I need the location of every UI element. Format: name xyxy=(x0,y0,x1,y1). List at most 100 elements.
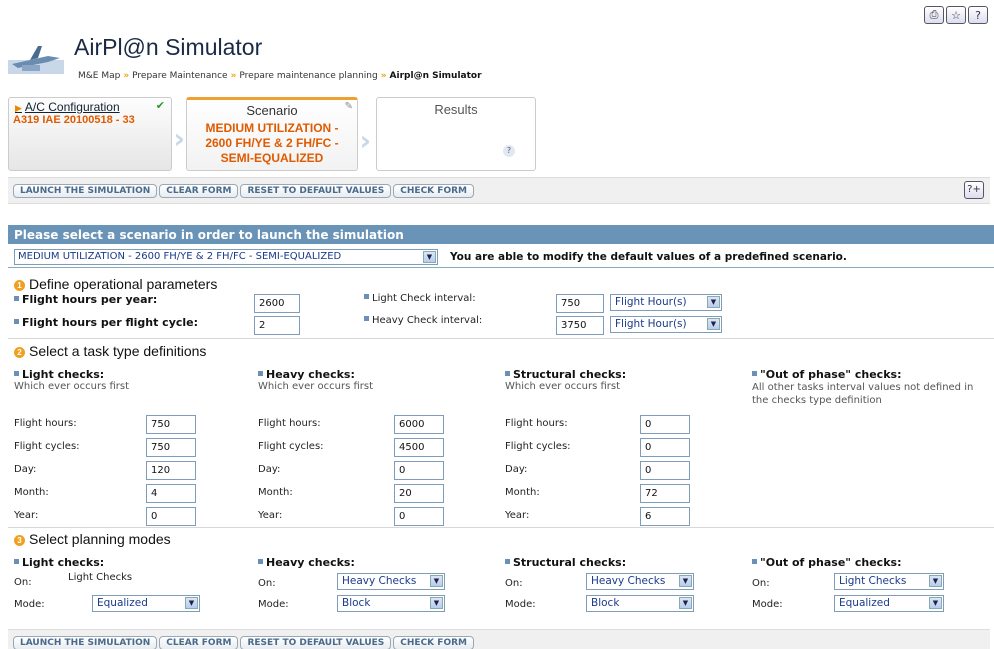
scenario-select[interactable]: MEDIUM UTILIZATION - 2600 FH/YE & 2 FH/F… xyxy=(14,249,438,265)
top-toolbar: ⎙ ☆ ? xyxy=(924,6,988,24)
breadcrumb: M&E Map» Prepare Maintenance» Prepare main… xyxy=(78,71,482,81)
check-form-button[interactable]: CHECK FORM xyxy=(393,635,474,649)
favorite-icon[interactable]: ☆ xyxy=(946,6,966,24)
light-flight-cycles-input[interactable]: 750 xyxy=(146,438,196,457)
step-label[interactable]: A/C Configuration xyxy=(25,100,120,114)
heavy-flight-hours-input[interactable]: 6000 xyxy=(394,415,444,434)
step-label: Results xyxy=(434,102,478,117)
breadcrumb-item-prepare-maintenance[interactable]: Prepare Maintenance xyxy=(132,71,227,81)
dropdown-arrow-icon[interactable]: ▼ xyxy=(929,575,942,587)
heavy-day-label: Day: xyxy=(258,464,281,475)
planning-heavy-title: Heavy checks: xyxy=(258,556,355,569)
planning-heavy-on-select[interactable]: Heavy Checks ▼ xyxy=(337,573,445,590)
scenario-select-value: MEDIUM UTILIZATION - 2600 FH/YE & 2 FH/F… xyxy=(18,251,342,262)
check-form-button[interactable]: CHECK FORM xyxy=(393,183,474,198)
structural-flight-hours-input[interactable]: 0 xyxy=(640,415,690,434)
structural-year-input[interactable]: 6 xyxy=(640,507,690,526)
light-interval-unit-select[interactable]: Flight Hour(s) ▼ xyxy=(610,294,722,311)
light-day-input[interactable]: 120 xyxy=(146,461,196,480)
oop-checks-title: "Out of phase" checks: xyxy=(752,368,901,381)
reset-defaults-button[interactable]: RESET TO DEFAULT VALUES xyxy=(240,183,392,198)
help-icon[interactable]: ? xyxy=(503,145,515,157)
bullet-arrow-icon: ▶ xyxy=(15,103,22,113)
light-month-label: Month: xyxy=(14,487,49,498)
bullet-icon xyxy=(505,559,510,564)
dropdown-arrow-icon[interactable]: ▼ xyxy=(430,597,443,609)
planning-light-mode-select[interactable]: Equalized ▼ xyxy=(92,595,200,612)
light-flight-hours-input[interactable]: 750 xyxy=(146,415,196,434)
light-checks-subtitle: Which ever occurs first xyxy=(14,381,130,392)
structural-month-input[interactable]: 72 xyxy=(640,484,690,503)
step-arrow-icon: › xyxy=(359,124,371,157)
breadcrumb-item-current: Airpl@n Simulator xyxy=(389,71,482,81)
planning-structural-on-select[interactable]: Heavy Checks ▼ xyxy=(586,573,694,590)
step-value: A319 IAE 20100518 - 33 xyxy=(13,114,135,126)
number-3-icon: 3 xyxy=(14,535,25,546)
print-icon[interactable]: ⎙ xyxy=(924,6,944,24)
dropdown-arrow-icon[interactable]: ▼ xyxy=(679,597,692,609)
oop-checks-subtitle: All other tasks interval values not defi… xyxy=(752,382,974,406)
help-plus-icon[interactable]: ?+ xyxy=(964,181,984,199)
bullet-icon xyxy=(505,371,510,376)
planning-heavy-mode-label: Mode: xyxy=(258,599,289,610)
divider xyxy=(8,527,994,528)
structural-day-label: Day: xyxy=(505,464,528,475)
structural-year-label: Year: xyxy=(505,510,530,521)
heavy-flight-cycles-input[interactable]: 4500 xyxy=(394,438,444,457)
reset-defaults-button[interactable]: RESET TO DEFAULT VALUES xyxy=(240,635,392,649)
light-year-label: Year: xyxy=(14,510,39,521)
planning-oop-title: "Out of phase" checks: xyxy=(752,556,901,569)
heavy-year-input[interactable]: 0 xyxy=(394,507,444,526)
bullet-icon xyxy=(364,294,369,299)
bullet-icon xyxy=(258,559,263,564)
fh-cycle-input[interactable]: 2 xyxy=(254,316,300,335)
dropdown-arrow-icon[interactable]: ▼ xyxy=(185,597,198,609)
divider xyxy=(8,338,994,339)
launch-simulation-button[interactable]: LAUNCH THE SIMULATION xyxy=(13,183,158,198)
step-scenario[interactable]: Scenario ✎ MEDIUM UTILIZATION - 2600 FH/… xyxy=(186,97,371,171)
dropdown-arrow-icon[interactable]: ▼ xyxy=(679,575,692,587)
heavy-day-input[interactable]: 0 xyxy=(394,461,444,480)
bullet-icon xyxy=(752,559,757,564)
planning-oop-mode-select[interactable]: Equalized ▼ xyxy=(834,595,944,612)
light-month-input[interactable]: 4 xyxy=(146,484,196,503)
dropdown-arrow-icon[interactable]: ▼ xyxy=(929,597,942,609)
dropdown-arrow-icon[interactable]: ▼ xyxy=(430,575,443,587)
airplane-logo-icon xyxy=(8,46,64,74)
launch-simulation-button[interactable]: LAUNCH THE SIMULATION xyxy=(13,635,158,649)
structural-day-input[interactable]: 0 xyxy=(640,461,690,480)
light-year-input[interactable]: 0 xyxy=(146,507,196,526)
dropdown-arrow-icon[interactable]: ▼ xyxy=(707,296,720,308)
scenario-note: You are able to modify the default value… xyxy=(450,251,847,263)
planning-light-on-value: Light Checks xyxy=(68,572,133,583)
fh-year-input[interactable]: 2600 xyxy=(254,294,300,313)
planning-heavy-mode-select[interactable]: Block ▼ xyxy=(337,595,445,612)
heavy-interval-input[interactable]: 3750 xyxy=(556,316,604,335)
breadcrumb-item-me-map[interactable]: M&E Map xyxy=(78,71,120,81)
bullet-icon xyxy=(14,319,19,324)
clear-form-button[interactable]: CLEAR FORM xyxy=(159,635,239,649)
structural-flight-cycles-input[interactable]: 0 xyxy=(640,438,690,457)
help-icon[interactable]: ? xyxy=(968,6,988,24)
fh-cycle-label: Flight hours per flight cycle: xyxy=(14,316,198,329)
bullet-icon xyxy=(14,296,19,301)
planning-oop-on-label: On: xyxy=(752,578,770,589)
planning-structural-mode-select[interactable]: Block ▼ xyxy=(586,595,694,612)
heavy-interval-unit-select[interactable]: Flight Hour(s) ▼ xyxy=(610,316,722,333)
light-interval-input[interactable]: 750 xyxy=(556,294,604,313)
breadcrumb-item-prepare-planning[interactable]: Prepare maintenance planning xyxy=(239,71,377,81)
heavy-checks-title: Heavy checks: xyxy=(258,368,355,381)
heavy-year-label: Year: xyxy=(258,510,283,521)
bullet-icon xyxy=(258,371,263,376)
clear-form-button[interactable]: CLEAR FORM xyxy=(159,183,239,198)
dropdown-arrow-icon[interactable]: ▼ xyxy=(707,318,720,330)
bullet-icon xyxy=(752,371,757,376)
dropdown-arrow-icon[interactable]: ▼ xyxy=(423,251,436,263)
step-results[interactable]: Results ? xyxy=(376,97,536,171)
light-flight-hours-label: Flight hours: xyxy=(14,418,77,429)
planning-oop-on-select[interactable]: Light Checks ▼ xyxy=(834,573,944,590)
checkmark-icon: ✔ xyxy=(155,99,165,112)
light-interval-label: Light Check interval: xyxy=(364,293,476,304)
step-ac-configuration[interactable]: ▶ A/C Configuration ✔ A319 IAE 20100518 -… xyxy=(8,97,185,171)
heavy-month-input[interactable]: 20 xyxy=(394,484,444,503)
